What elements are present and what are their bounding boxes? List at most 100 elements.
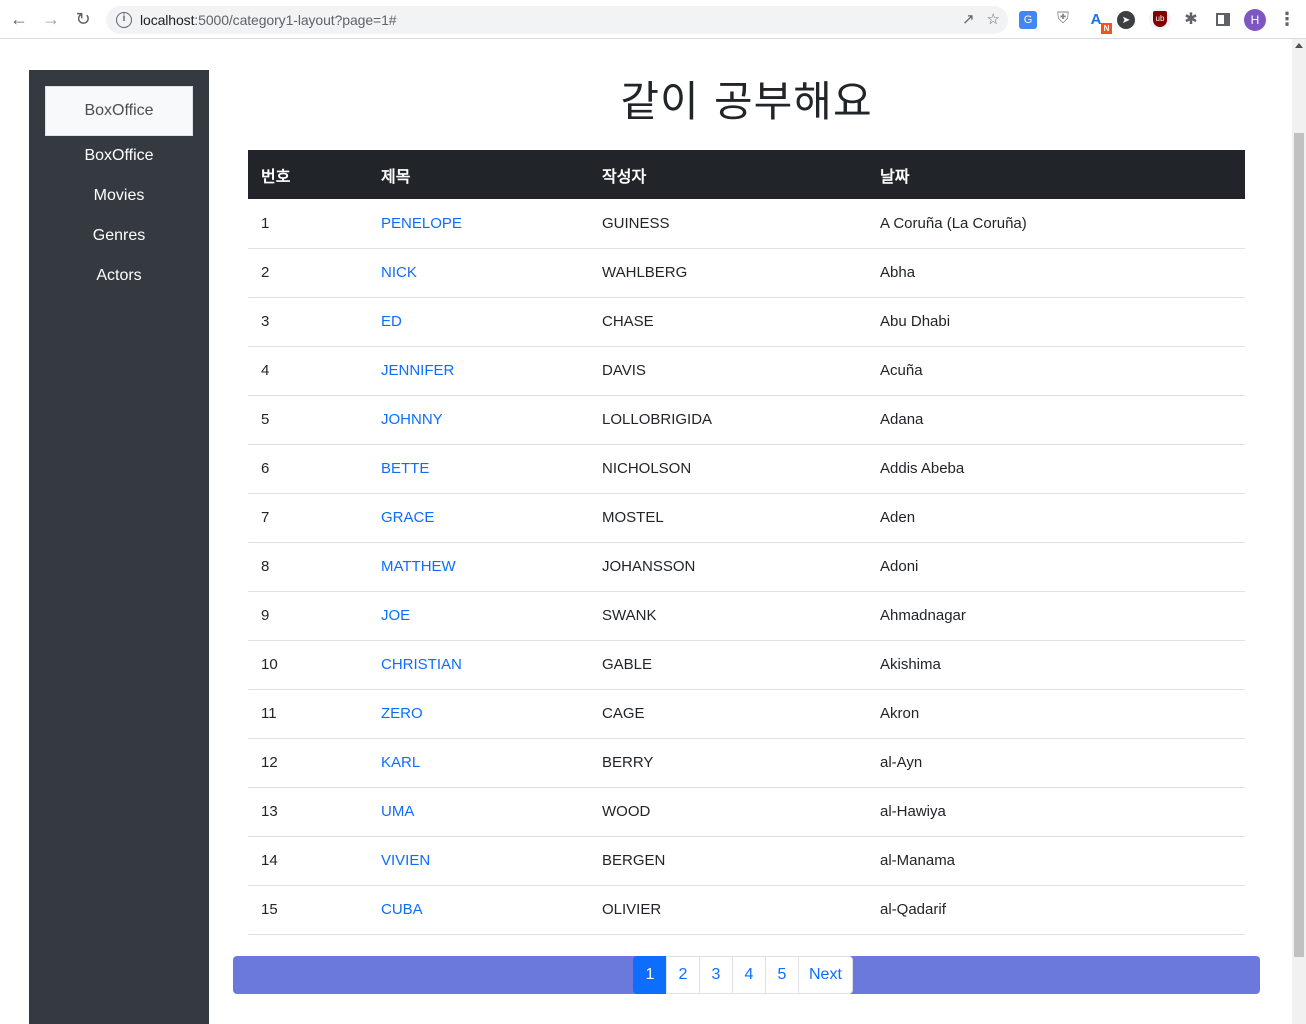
page-link-1[interactable]: 1	[633, 956, 667, 994]
ublock-extension-icon[interactable]: ub	[1149, 8, 1171, 30]
table-cell: DAVIS	[589, 346, 867, 395]
table-row: 10 CHRISTIAN GABLE Akishima	[248, 640, 1245, 689]
kebab-menu-icon[interactable]: ⋮	[1276, 8, 1298, 30]
scrollbar-thumb[interactable]	[1294, 133, 1304, 957]
column-header-date: 날짜	[880, 168, 910, 186]
cell-title-link[interactable]: MATTHEW	[381, 558, 456, 575]
cell-title-link[interactable]: GRACE	[381, 509, 434, 526]
cell-title-link[interactable]: JENNIFER	[381, 362, 454, 379]
table-cell: 8	[248, 542, 368, 591]
page-link-3[interactable]: 3	[699, 956, 733, 994]
cell-title-link[interactable]: VIVIEN	[381, 852, 430, 869]
table-cell: CUBA	[368, 885, 589, 934]
cell-date: Abha	[880, 264, 916, 281]
sidebar-item-genres[interactable]: Genres	[29, 227, 209, 245]
page-title: 같이 공부해요	[620, 77, 873, 126]
table-cell: Ahmadnagar	[867, 591, 1245, 640]
table-cell: 1	[248, 199, 368, 248]
shield-extension-icon[interactable]: ⛨	[1052, 8, 1074, 30]
sidebar-item-actors[interactable]: Actors	[29, 267, 209, 285]
table-cell: BERRY	[589, 738, 867, 787]
table-cell: JOE	[368, 591, 589, 640]
cell-date: Addis Abeba	[880, 460, 965, 477]
table-row: 15 CUBA OLIVIER al-Qadarif	[248, 885, 1245, 934]
table-cell: JOHANSSON	[589, 542, 867, 591]
table-cell: Adoni	[867, 542, 1245, 591]
cell-date: Akishima	[880, 656, 941, 673]
table-cell: Abu Dhabi	[867, 297, 1245, 346]
cell-number: 4	[261, 362, 270, 379]
table-header-row: 번호 제목 작성자 날짜	[248, 150, 1245, 199]
dictionary-extension-icon[interactable]: AN	[1085, 8, 1112, 34]
side-panel-icon[interactable]	[1212, 8, 1234, 30]
cell-title-link[interactable]: CUBA	[381, 901, 423, 918]
share-icon[interactable]: ↗	[962, 10, 975, 28]
table-cell: 11	[248, 689, 368, 738]
table-row: 14 VIVIEN BERGEN al-Manama	[248, 836, 1245, 885]
cell-title-link[interactable]: KARL	[381, 754, 420, 771]
sidebar-brand[interactable]: BoxOffice	[45, 86, 193, 136]
table-cell: 3	[248, 297, 368, 346]
cell-title-link[interactable]: PENELOPE	[381, 215, 462, 232]
table-row: 6 BETTE NICHOLSON Addis Abeba	[248, 444, 1245, 493]
forward-arrow-icon[interactable]: →	[35, 3, 67, 35]
cell-number: 9	[261, 607, 270, 624]
table-cell: Abha	[867, 248, 1245, 297]
table-cell: ZERO	[368, 689, 589, 738]
cell-date: Aden	[880, 509, 916, 526]
sidebar-item-boxoffice[interactable]: BoxOffice	[29, 147, 209, 165]
page-link-5[interactable]: 5	[765, 956, 799, 994]
table-cell: CHASE	[589, 297, 867, 346]
cell-title-link[interactable]: JOE	[381, 607, 410, 624]
table-cell: al-Hawiya	[867, 787, 1245, 836]
table-cell: ED	[368, 297, 589, 346]
profile-avatar[interactable]: H	[1244, 9, 1266, 31]
page-link-2[interactable]: 2	[666, 956, 700, 994]
table-row: 1 PENELOPE GUINESS A Coruña (La Coruña)	[248, 199, 1245, 248]
site-info-icon[interactable]: i	[116, 12, 132, 28]
table-row: 3 ED CHASE Abu Dhabi	[248, 297, 1245, 346]
back-arrow-icon[interactable]: ←	[3, 3, 35, 35]
table-row: 2 NICK WAHLBERG Abha	[248, 248, 1245, 297]
reload-icon[interactable]: ↻	[67, 3, 99, 35]
next-page-button[interactable]: Next	[798, 956, 853, 994]
sidebar-item-movies[interactable]: Movies	[29, 187, 209, 205]
table-cell: GUINESS	[589, 199, 867, 248]
page-scrollbar[interactable]	[1292, 39, 1306, 1024]
cell-author: GABLE	[602, 656, 653, 673]
cell-title-link[interactable]: NICK	[381, 264, 417, 281]
cell-title-link[interactable]: UMA	[381, 803, 414, 820]
address-url[interactable]: localhost:5000/category1-layout?page=1#	[140, 12, 397, 28]
cell-number: 3	[261, 313, 270, 330]
cursor-extension-icon[interactable]: ➤	[1117, 11, 1135, 29]
cell-author: JOHANSSON	[602, 558, 696, 575]
extensions-puzzle-icon[interactable]: ✱	[1180, 8, 1202, 30]
cell-title-link[interactable]: BETTE	[381, 460, 429, 477]
page-link-4[interactable]: 4	[732, 956, 766, 994]
cell-number: 10	[261, 656, 278, 673]
table-cell: LOLLOBRIGIDA	[589, 395, 867, 444]
table-cell: 12	[248, 738, 368, 787]
bookmark-star-icon[interactable]: ☆	[987, 10, 1000, 28]
table-cell: OLIVIER	[589, 885, 867, 934]
cell-title-link[interactable]: ED	[381, 313, 402, 330]
table-cell: CAGE	[589, 689, 867, 738]
table-cell: GRACE	[368, 493, 589, 542]
google-translate-extension-icon[interactable]: G	[1019, 11, 1037, 29]
cell-title-link[interactable]: JOHNNY	[381, 411, 443, 428]
cell-number: 11	[261, 705, 277, 722]
cell-number: 8	[261, 558, 270, 575]
address-bar[interactable]: i localhost:5000/category1-layout?page=1…	[106, 6, 1008, 34]
table-cell: 5	[248, 395, 368, 444]
table-cell: Akron	[867, 689, 1245, 738]
table-row: 9 JOE SWANK Ahmadnagar	[248, 591, 1245, 640]
table-cell: VIVIEN	[368, 836, 589, 885]
cell-author: LOLLOBRIGIDA	[602, 411, 713, 428]
scroll-up-arrow-icon[interactable]	[1295, 43, 1303, 48]
column-header-number: 번호	[261, 168, 291, 186]
cell-title-link[interactable]: CHRISTIAN	[381, 656, 462, 673]
pagination: 1 2 3 4 5 Next	[633, 956, 853, 994]
table-cell: BERGEN	[589, 836, 867, 885]
cell-title-link[interactable]: ZERO	[381, 705, 423, 722]
column-header-title: 제목	[381, 168, 411, 186]
